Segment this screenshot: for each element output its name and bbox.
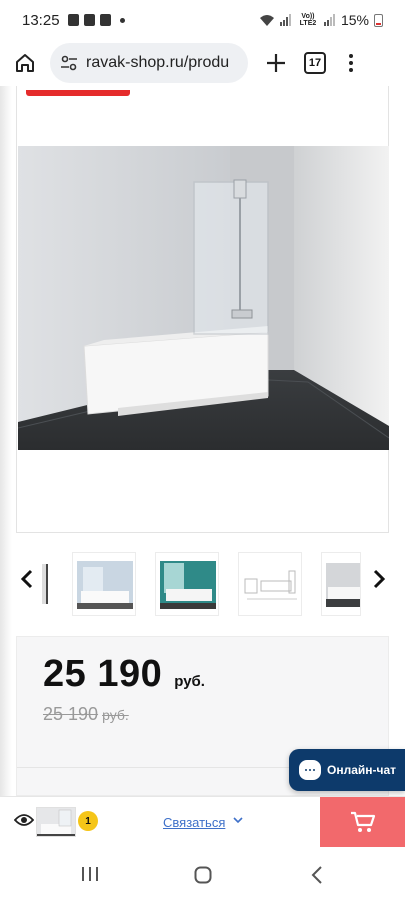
home-icon <box>16 54 34 72</box>
viewed-count-badge: 1 <box>78 811 98 831</box>
address-bar[interactable]: ravak-shop.ru/produ <box>50 43 248 83</box>
current-price: 25 190 руб. <box>43 653 205 696</box>
carousel-next-button[interactable] <box>368 564 390 594</box>
battery-percent: 15% <box>340 12 369 28</box>
price-value: 25 190 <box>43 653 163 695</box>
online-chat-button[interactable]: Онлайн-чат <box>289 749 405 791</box>
more-notifications-icon <box>119 17 125 23</box>
back-nav-icon[interactable] <box>311 866 323 884</box>
chevron-down-icon[interactable] <box>233 816 243 824</box>
url-text[interactable]: ravak-shop.ru/produ <box>86 54 229 72</box>
price-currency: руб. <box>174 673 205 690</box>
cart-icon <box>350 811 375 832</box>
chevron-right-icon <box>373 569 386 589</box>
chat-bubble-icon <box>299 760 321 780</box>
chevron-left-icon <box>20 569 33 589</box>
thumbnail-0[interactable] <box>42 552 50 616</box>
thumbnail-carousel <box>0 548 405 618</box>
carousel-prev-button[interactable] <box>16 564 38 594</box>
alert-notification-icon <box>83 14 95 26</box>
sticky-bottom-bar: 1 Связаться <box>0 796 405 848</box>
tune-icon[interactable] <box>60 55 78 71</box>
battery-icon <box>374 13 383 27</box>
document-notification-icon <box>99 14 111 26</box>
contact-link[interactable]: Связаться <box>163 815 225 830</box>
browser-toolbar: ravak-shop.ru/produ 17 <box>0 40 405 86</box>
plus-icon <box>267 54 285 72</box>
thumbnail-1[interactable] <box>72 552 136 616</box>
old-price-currency: руб. <box>102 707 129 723</box>
cart-button[interactable] <box>320 797 405 847</box>
online-chat-label: Онлайн-чат <box>327 763 397 777</box>
status-bar: 13:25 Vo)) LTE2 15% <box>0 0 405 40</box>
home-nav-icon[interactable] <box>194 866 212 884</box>
eye-icon[interactable] <box>14 813 34 827</box>
tabs-button[interactable]: 17 <box>304 52 326 74</box>
status-time: 13:25 <box>22 11 60 29</box>
new-tab-button[interactable] <box>248 53 304 73</box>
thumbnail-2[interactable] <box>155 552 219 616</box>
recent-apps-icon[interactable] <box>81 866 99 882</box>
more-vert-icon[interactable] <box>326 54 376 72</box>
thumbnail-3[interactable] <box>238 552 302 616</box>
thumbnail-4[interactable] <box>321 552 361 616</box>
notification-icons <box>67 14 125 26</box>
wifi-icon <box>259 14 274 26</box>
home-button[interactable] <box>0 40 50 86</box>
signal-icon <box>279 14 291 26</box>
old-price-value: 25 190 <box>43 704 99 724</box>
status-right: Vo)) LTE2 15% <box>259 12 383 28</box>
page-content: 25 190 руб. 25 190 руб. <box>0 86 405 796</box>
image-notification-icon <box>67 14 79 26</box>
product-main-image[interactable] <box>18 146 389 450</box>
viewed-product-thumb[interactable] <box>36 807 76 837</box>
signal-2-icon <box>323 14 335 26</box>
network-type: Vo)) LTE2 <box>299 13 317 27</box>
system-nav-bar <box>0 848 405 900</box>
old-price: 25 190 руб. <box>43 704 129 725</box>
page-edge-shadow <box>0 86 12 796</box>
accent-strip <box>26 90 130 96</box>
